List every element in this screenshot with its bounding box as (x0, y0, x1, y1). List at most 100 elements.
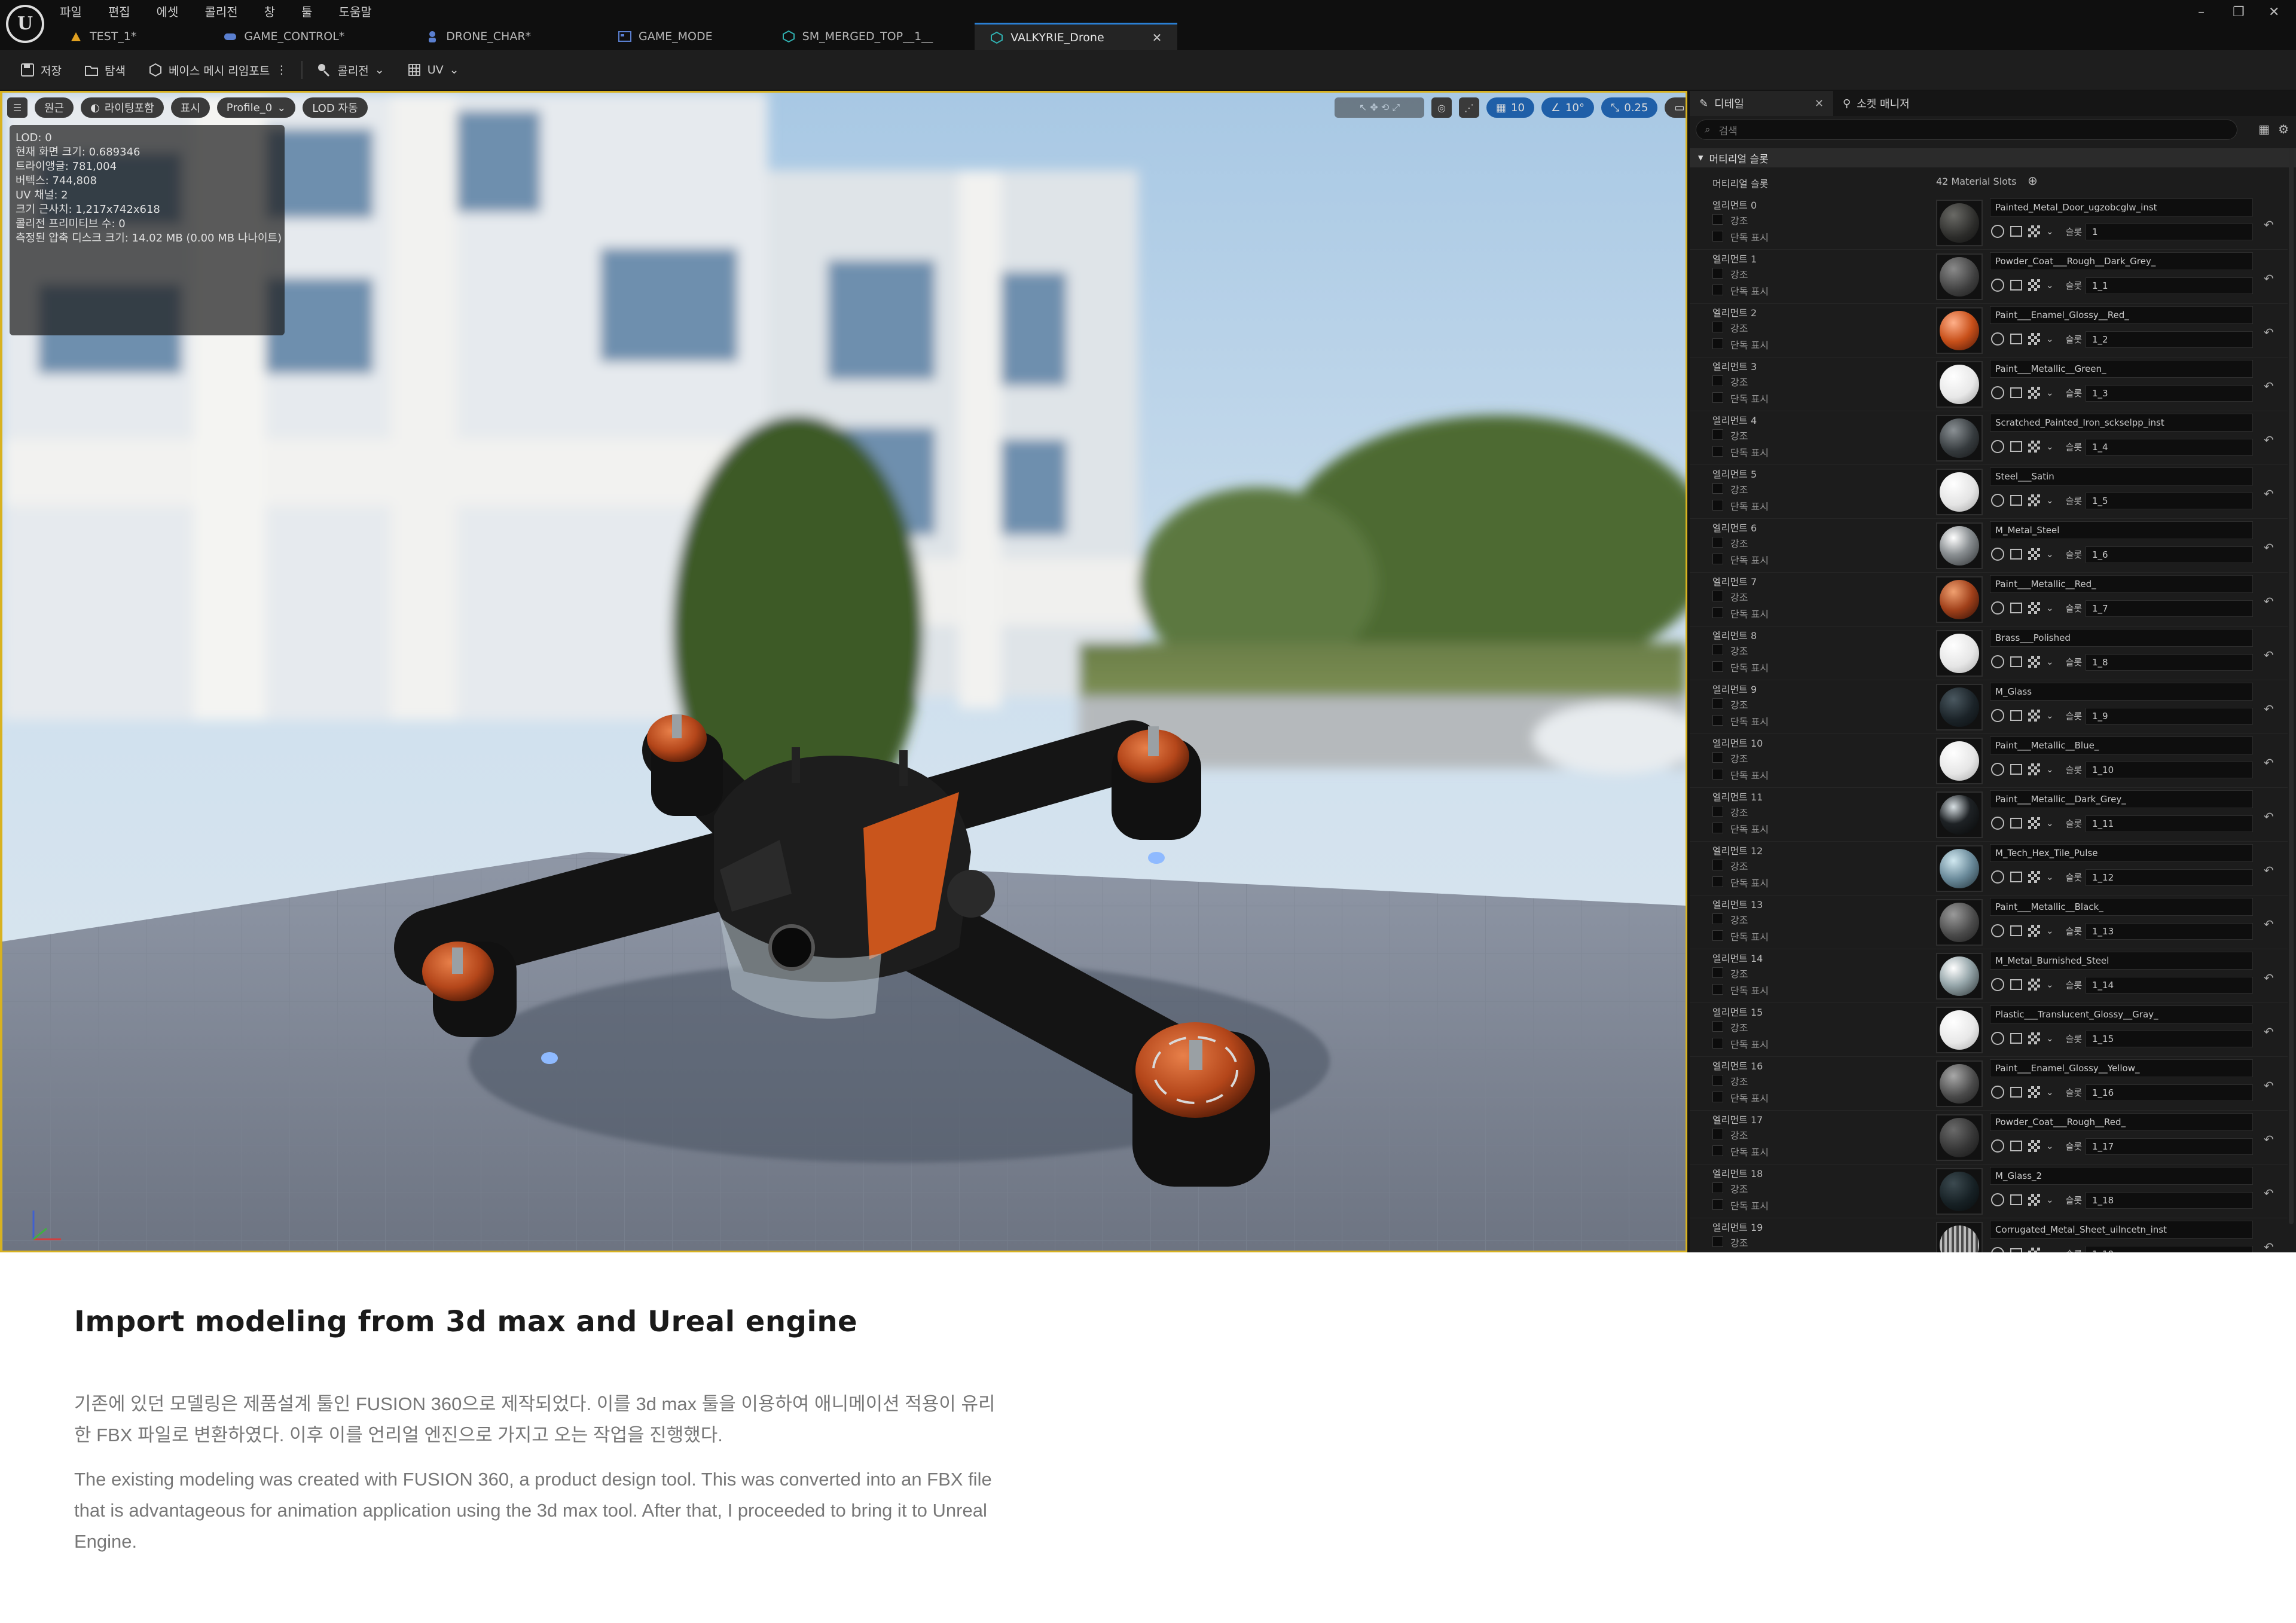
chevron-down-icon[interactable]: ⌄ (2046, 656, 2054, 667)
isolate-checkbox[interactable] (1712, 607, 1723, 618)
restore-button[interactable]: ❐ (2233, 5, 2245, 20)
mesh-viewport[interactable]: ☰ 원근 ◐ 라이팅포함 표시 Profile_0 ⌄ LOD 자동 ↖ ✥ ⟲ ⤢… (0, 91, 1687, 1252)
material-picker[interactable]: Paint___Metallic__Black_ (1990, 898, 2253, 916)
browse-icon[interactable] (2010, 280, 2022, 291)
material-picker[interactable]: M_Tech_Hex_Tile_Pulse (1990, 844, 2253, 862)
texture-icon[interactable] (2028, 441, 2040, 453)
highlight-checkbox[interactable] (1712, 913, 1723, 924)
texture-icon[interactable] (2028, 1140, 2040, 1152)
browse-icon[interactable] (2010, 872, 2022, 882)
material-thumbnail[interactable] (1936, 200, 1983, 246)
reset-arrow-icon[interactable]: ↶ (2264, 917, 2274, 931)
reset-arrow-icon[interactable]: ↶ (2264, 218, 2274, 232)
tab-game-mode[interactable]: GAME_MODE (603, 23, 728, 50)
chevron-down-icon[interactable]: ⌄ (2046, 495, 2054, 506)
browse-icon[interactable] (2010, 1194, 2022, 1205)
slot-name-input[interactable]: 1_1 (2086, 277, 2253, 294)
chevron-down-icon[interactable]: ⌄ (2046, 925, 2054, 936)
slot-name-input[interactable]: 1_4 (2086, 439, 2253, 456)
world-local-icon[interactable]: ◎ (1431, 97, 1452, 118)
slot-name-input[interactable]: 1_6 (2086, 546, 2253, 563)
use-selected-icon[interactable] (1991, 601, 2004, 615)
close-tab-icon[interactable]: ✕ (1152, 30, 1162, 45)
material-picker[interactable]: Powder_Coat___Rough__Dark_Grey_ (1990, 252, 2253, 270)
texture-icon[interactable] (2028, 656, 2040, 668)
chevron-down-icon[interactable]: ⌄ (2046, 226, 2054, 237)
viewport-menu-icon[interactable]: ☰ (7, 97, 28, 118)
use-selected-icon[interactable] (1991, 386, 2004, 399)
save-button[interactable]: 저장 (12, 57, 70, 83)
chevron-down-icon[interactable]: ⌄ (2046, 818, 2054, 829)
details-scrollbar[interactable] (2289, 148, 2294, 1224)
reset-arrow-icon[interactable]: ↶ (2264, 1078, 2274, 1093)
reset-arrow-icon[interactable]: ↶ (2264, 648, 2274, 662)
material-picker[interactable]: Paint___Metallic__Green_ (1990, 360, 2253, 378)
highlight-checkbox[interactable] (1712, 1021, 1723, 1032)
highlight-checkbox[interactable] (1712, 591, 1723, 601)
slot-name-input[interactable]: 1_18 (2086, 1192, 2253, 1209)
chevron-down-icon[interactable]: ⌄ (2046, 387, 2054, 398)
isolate-checkbox[interactable] (1712, 338, 1723, 349)
lod-auto-button[interactable]: LOD 자동 (303, 97, 368, 118)
chevron-down-icon[interactable]: ⌄ (2046, 710, 2054, 721)
material-thumbnail[interactable] (1936, 1060, 1983, 1107)
close-icon[interactable]: ✕ (1815, 97, 1824, 110)
uv-dropdown[interactable]: UV ⌄ (399, 57, 468, 83)
material-picker[interactable]: M_Glass (1990, 683, 2253, 701)
isolate-checkbox[interactable] (1712, 769, 1723, 780)
tab-details[interactable]: ✎ 디테일 ✕ (1690, 91, 1833, 116)
browse-icon[interactable] (2010, 710, 2022, 721)
material-thumbnail[interactable] (1936, 415, 1983, 461)
slot-name-input[interactable]: 1_8 (2086, 654, 2253, 671)
table-view-icon[interactable]: ▦ (2258, 122, 2270, 136)
chevron-down-icon[interactable]: ⌄ (2046, 441, 2054, 452)
scale-snap-button[interactable]: ⤡ 0.25 (1601, 97, 1658, 118)
profile-dropdown[interactable]: Profile_0 ⌄ (216, 97, 296, 118)
minimize-button[interactable]: – (2198, 5, 2205, 20)
reset-arrow-icon[interactable]: ↶ (2264, 702, 2274, 716)
highlight-checkbox[interactable] (1712, 268, 1723, 279)
highlight-checkbox[interactable] (1712, 644, 1723, 655)
isolate-checkbox[interactable] (1712, 392, 1723, 403)
material-thumbnail[interactable] (1936, 1222, 1983, 1252)
material-picker[interactable]: M_Metal_Burnished_Steel (1990, 952, 2253, 970)
gear-icon[interactable]: ⚙ (2278, 122, 2289, 136)
reset-arrow-icon[interactable]: ↶ (2264, 1240, 2274, 1252)
browse-icon[interactable] (2010, 656, 2022, 667)
material-picker[interactable]: Corrugated_Metal_Sheet_uilncetn_inst (1990, 1221, 2253, 1239)
highlight-checkbox[interactable] (1712, 1182, 1723, 1193)
highlight-checkbox[interactable] (1712, 806, 1723, 817)
use-selected-icon[interactable] (1991, 1032, 2004, 1045)
reset-arrow-icon[interactable]: ↶ (2264, 809, 2274, 824)
texture-icon[interactable] (2028, 1086, 2040, 1098)
material-picker[interactable]: Paint___Metallic__Red_ (1990, 575, 2253, 593)
material-slots-section-header[interactable]: ▾ 머티리얼 슬롯 (1690, 148, 2296, 167)
material-picker[interactable]: M_Metal_Steel (1990, 521, 2253, 539)
slot-name-input[interactable]: 1_11 (2086, 815, 2253, 832)
perspective-button[interactable]: 원근 (35, 97, 74, 118)
texture-icon[interactable] (2028, 387, 2040, 399)
more-options-icon[interactable]: ⋮ (276, 63, 287, 77)
close-window-button[interactable]: ✕ (2268, 5, 2279, 20)
use-selected-icon[interactable] (1991, 655, 2004, 668)
rotation-snap-button[interactable]: ∠ 10° (1541, 97, 1594, 118)
browse-icon[interactable] (2010, 495, 2022, 506)
chevron-down-icon[interactable]: ⌄ (2046, 603, 2054, 613)
use-selected-icon[interactable] (1991, 548, 2004, 561)
slot-name-input[interactable]: 1_13 (2086, 923, 2253, 940)
collision-dropdown[interactable]: 콜리전 ⌄ (309, 57, 392, 83)
highlight-checkbox[interactable] (1712, 967, 1723, 978)
browse-icon[interactable] (2010, 1087, 2022, 1098)
slot-name-input[interactable]: 1 (2086, 224, 2253, 240)
isolate-checkbox[interactable] (1712, 446, 1723, 457)
material-thumbnail[interactable] (1936, 899, 1983, 946)
material-thumbnail[interactable] (1936, 522, 1983, 569)
material-thumbnail[interactable] (1936, 253, 1983, 300)
use-selected-icon[interactable] (1991, 1193, 2004, 1206)
slot-name-input[interactable]: 1_10 (2086, 762, 2253, 778)
browse-icon[interactable] (2010, 334, 2022, 344)
slot-name-input[interactable]: 1_5 (2086, 493, 2253, 509)
highlight-checkbox[interactable] (1712, 752, 1723, 763)
use-selected-icon[interactable] (1991, 870, 2004, 884)
slot-name-input[interactable]: 1_15 (2086, 1031, 2253, 1047)
